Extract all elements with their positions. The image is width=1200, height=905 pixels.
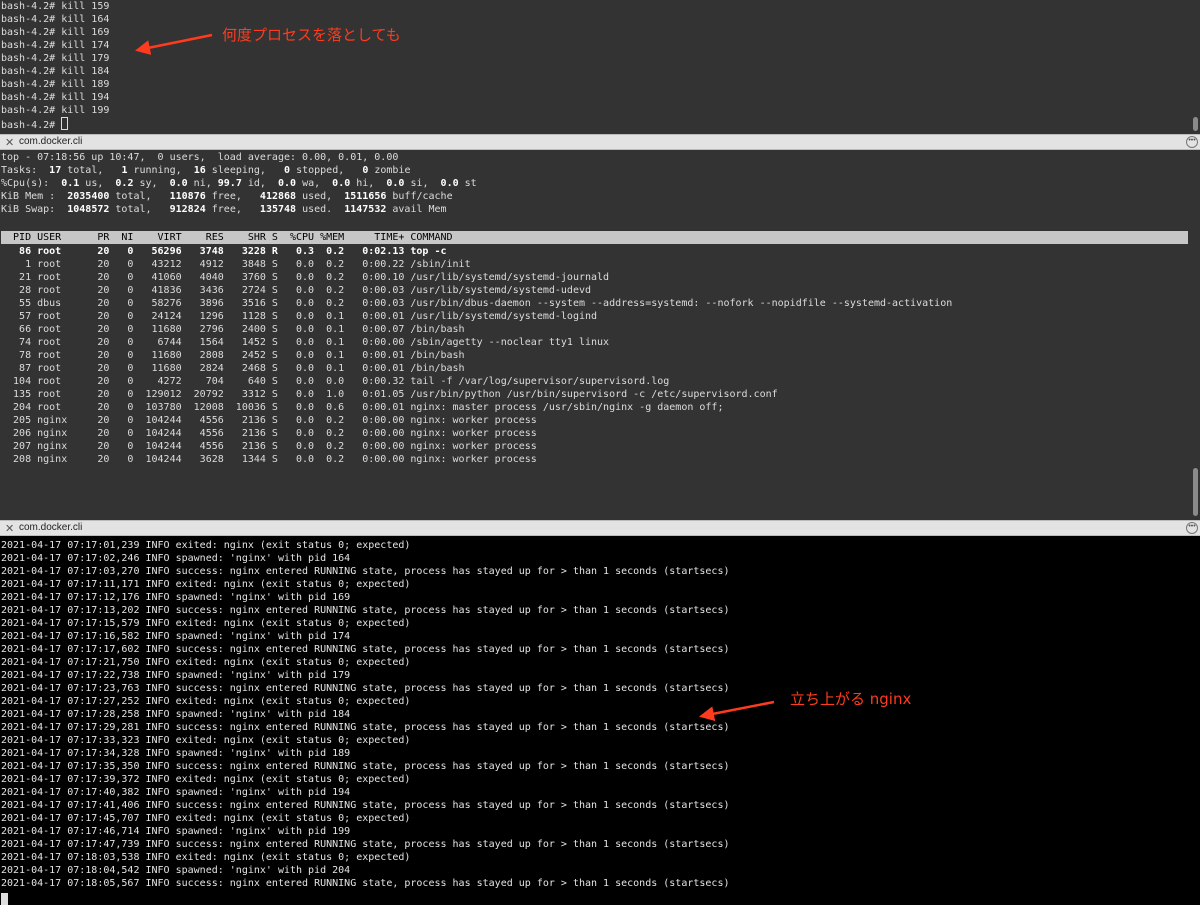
arrow-to-nginx-log	[699, 700, 775, 722]
kill-annotation: 何度プロセスを落としても	[222, 26, 401, 44]
arrow-to-kill-commands	[135, 33, 213, 55]
nginx-annotation: 立ち上がる nginx	[790, 690, 912, 708]
annotation-arrows	[135, 33, 775, 722]
